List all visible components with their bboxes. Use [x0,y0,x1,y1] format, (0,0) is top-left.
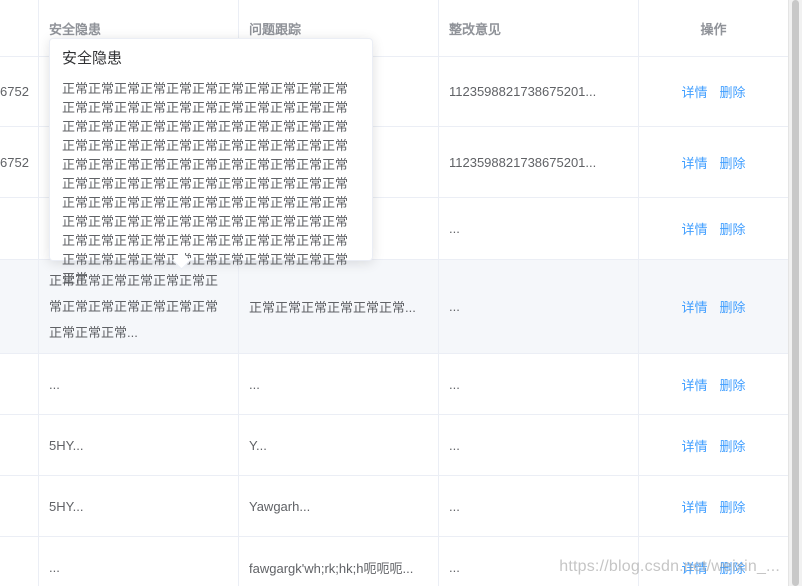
tooltip-title: 安全隐患 [62,50,123,67]
delete-button[interactable]: 删除 [720,297,746,316]
cell-actions: 详情 删除 [638,127,788,197]
cell-rectification-advice: ... [438,476,638,536]
cell-issue-tracking: fawgargk'wh;rk;hk;h呃呃呃... [238,537,438,586]
delete-button[interactable]: 删除 [720,497,746,516]
delete-button[interactable]: 删除 [720,153,746,172]
delete-button[interactable]: 删除 [720,375,746,394]
table-row[interactable]: 5HY... Yawgarh... ... 详情 删除 [0,476,788,537]
cell-rectification-advice: 1123598821738675201... [438,127,638,197]
scrollbar-thumb[interactable] [792,0,799,586]
cell-actions: 详情 删除 [638,415,788,475]
row-id [0,260,38,353]
detail-button[interactable]: 详情 [681,375,707,394]
header-cell-0 [0,0,38,56]
cell-safety-hazard[interactable]: 5HY... [38,415,238,475]
row-id [0,354,38,414]
detail-button[interactable]: 详情 [681,219,707,238]
cell-rectification-advice: ... [438,415,638,475]
detail-button[interactable]: 详情 [681,297,707,316]
cell-rectification-advice: ... [438,354,638,414]
cell-safety-hazard[interactable]: ... [38,537,238,586]
header-rectification-advice: 整改意见 [438,0,638,56]
row-id [0,415,38,475]
table-row[interactable]: 5HY... Y... ... 详情 删除 [0,415,788,476]
row-id: 6752 [0,84,29,99]
detail-button[interactable]: 详情 [681,82,707,101]
cell-rectification-advice: ... [438,260,638,353]
row-id [0,476,38,536]
cell-issue-tracking: Y... [238,415,438,475]
row-id: 6752 [0,154,29,170]
delete-button[interactable]: 删除 [720,219,746,238]
table-row[interactable]: ... ... ... 详情 删除 [0,354,788,415]
tooltip-content: 正常正常正常正常正常正常正常正常正常正常正常正常正常正常正常正常正常正常正常正常… [62,81,349,286]
delete-button[interactable]: 删除 [720,436,746,455]
header-actions: 操作 [638,0,788,56]
vertical-scrollbar[interactable] [788,0,802,586]
detail-button[interactable]: 详情 [681,153,707,172]
detail-button[interactable]: 详情 [681,497,707,516]
delete-button[interactable]: 删除 [720,82,746,101]
detail-button[interactable]: 详情 [681,436,707,455]
row-id [0,537,38,586]
row-id [0,198,38,259]
cell-actions: 详情 删除 [638,354,788,414]
cell-actions: 详情 删除 [638,476,788,536]
cell-actions: 详情 删除 [638,198,788,259]
cell-issue-tracking: ... [238,354,438,414]
cell-actions: 详情 删除 [638,260,788,353]
tooltip-popover: 安全隐患 正常正常正常正常正常正常正常正常正常正常正常正常正常正常正常正常正常正… [49,38,373,286]
cell-safety-hazard[interactable]: 5HY... [38,476,238,536]
watermark: https://blog.csdn.net/weixin_... [559,558,780,575]
cell-rectification-advice: 1123598821738675201... [438,57,638,126]
cell-issue-tracking: Yawgarh... [238,476,438,536]
cell-actions: 详情 删除 [638,57,788,126]
cell-rectification-advice: ... [438,198,638,259]
cell-safety-hazard[interactable]: ... [38,354,238,414]
